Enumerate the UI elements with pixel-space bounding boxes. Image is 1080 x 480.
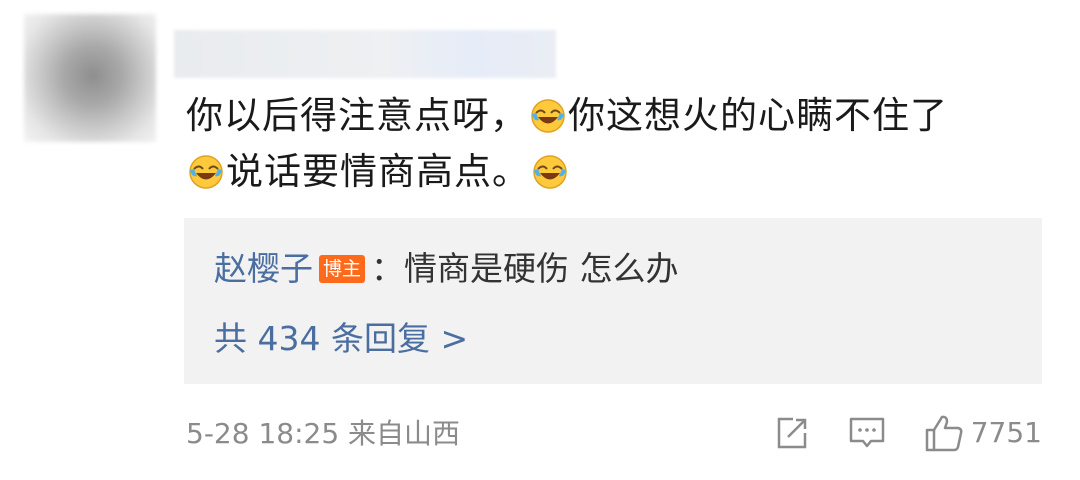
like-button[interactable]: 7751 [923, 413, 1042, 453]
comment-body: 你以后得注意点呀， 你这想火的心瞒不住了 说话要情商高点。 [186, 88, 1046, 200]
comment-text-1: 你以后得注意点呀， [186, 94, 528, 137]
comment-icon [849, 417, 884, 448]
share-button[interactable] [773, 414, 811, 452]
comment-meta: 5-28 18:25 来自山西 [186, 417, 461, 450]
avatar[interactable] [24, 14, 156, 142]
username[interactable] [174, 30, 556, 78]
like-count: 7751 [970, 416, 1042, 449]
laughing-crying-emoji-icon [531, 99, 565, 133]
comment-button[interactable] [847, 414, 887, 452]
blogger-badge: 博主 [319, 255, 366, 283]
view-all-replies-link[interactable]: 共 434 条回复 > [214, 316, 468, 362]
comment-text-3: 说话要情商高点。 [226, 150, 530, 193]
comment-text-2: 你这想火的心瞒不住了 [568, 94, 948, 137]
comment-actions: 7751 [737, 410, 1042, 456]
reply-author-link[interactable]: 赵樱子 [214, 249, 313, 288]
reply-content: 情商是硬伤 怎么办 [404, 249, 679, 288]
laughing-crying-emoji-icon [189, 155, 223, 189]
reply-preview[interactable]: 赵樱子 博主 ：情商是硬伤 怎么办 共 434 条回复 > [184, 218, 1042, 384]
reply-item: 赵樱子 博主 ：情商是硬伤 怎么办 [214, 246, 679, 292]
share-icon [777, 417, 806, 449]
reply-separator: ： [371, 249, 405, 288]
comment-card: 你以后得注意点呀， 你这想火的心瞒不住了 说话要情商高点。 赵樱子 博主 ：情商是硬… [0, 0, 1080, 480]
laughing-crying-emoji-icon [533, 155, 567, 189]
like-icon [925, 415, 963, 452]
